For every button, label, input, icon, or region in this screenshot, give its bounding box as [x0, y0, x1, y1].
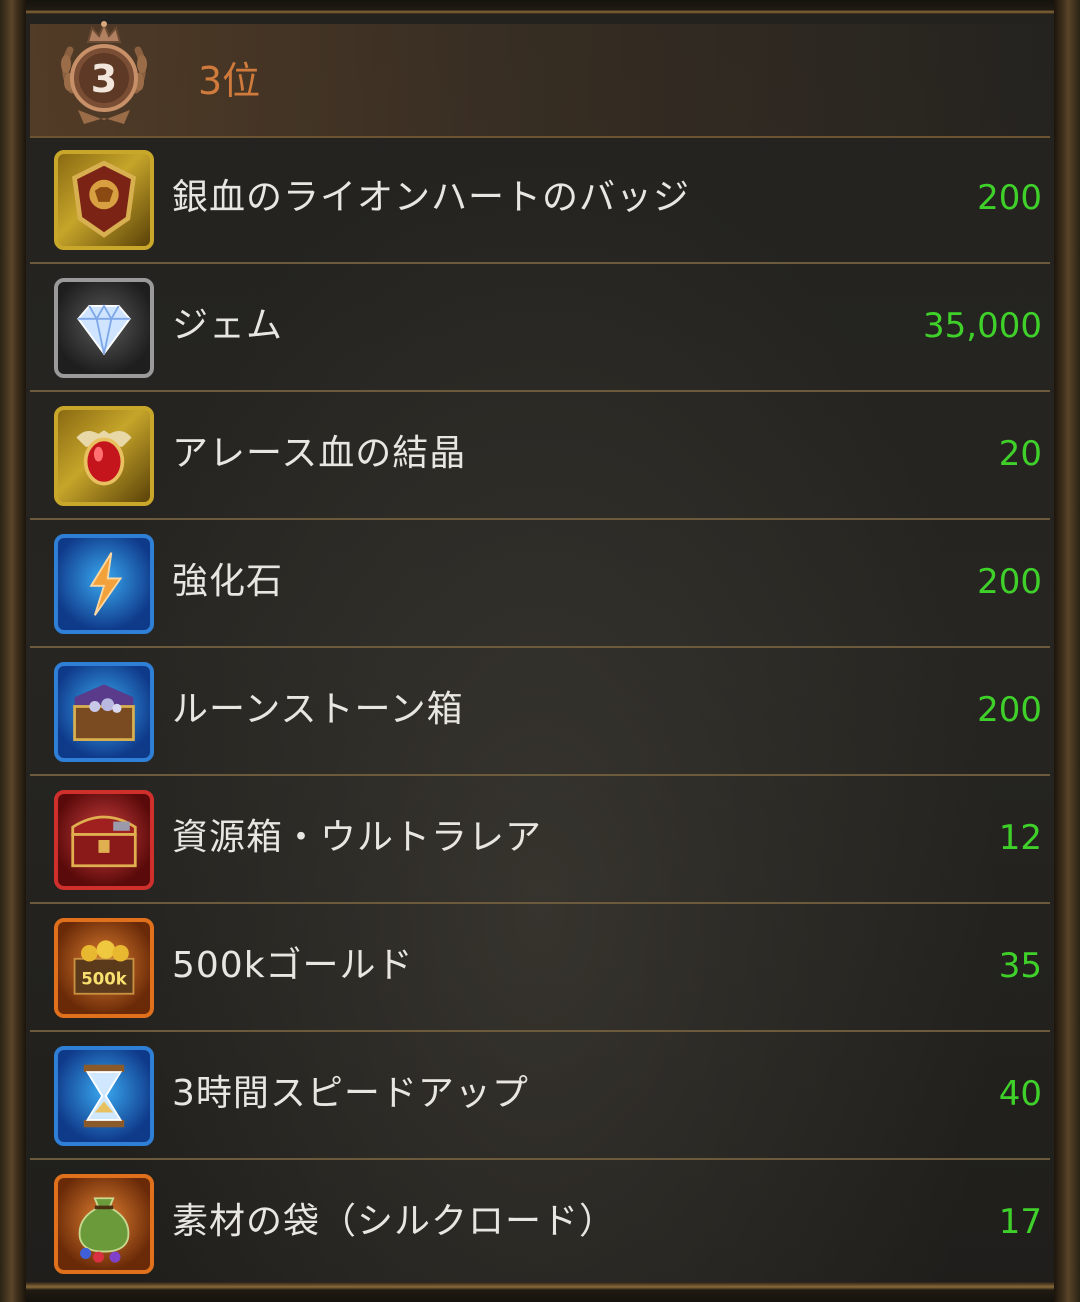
reward-quantity: 35 — [998, 946, 1042, 986]
rank-number: 3 — [91, 57, 117, 101]
gold-icon: 500k — [54, 918, 154, 1018]
reward-row: アレース血の結晶 20 — [30, 392, 1050, 520]
reward-name: 3時間スピードアップ — [172, 1073, 529, 1114]
panel-top-border — [26, 0, 1054, 14]
reward-quantity: 20 — [998, 434, 1042, 474]
reward-name: 資源箱・ウルトラレア — [172, 817, 543, 858]
rank-label: 3位 — [198, 59, 261, 103]
reward-row: ジェム 35,000 — [30, 264, 1050, 392]
reward-name: 500kゴールド — [172, 945, 414, 986]
reward-row: ルーンストーン箱 200 — [30, 648, 1050, 776]
gem-icon — [54, 278, 154, 378]
material-bag-icon — [54, 1174, 154, 1274]
bronze-rank-medal-icon: 3 — [52, 20, 156, 128]
reward-quantity: 200 — [977, 178, 1042, 218]
reward-name: 素材の袋（シルクロード） — [172, 1201, 617, 1242]
reward-row: 500k 500kゴールド 35 — [30, 904, 1050, 1032]
reward-name: ジェム — [172, 305, 284, 346]
reward-row: 資源箱・ウルトラレア 12 — [30, 776, 1050, 904]
hourglass-icon — [54, 1046, 154, 1146]
rank-header: 3 3位 — [30, 21, 1050, 138]
enhancement-stone-icon — [54, 534, 154, 634]
lion-badge-icon — [54, 150, 154, 250]
gold-amount-text: 500k — [81, 970, 128, 989]
reward-row: 3時間スピードアップ 40 — [30, 1032, 1050, 1160]
panel-right-border — [1054, 0, 1080, 1302]
reward-panel: 3 3位 銀血のライオンハートのバッジ 200 ジェム 35,000 アレース血… — [0, 0, 1080, 1302]
reward-name: 銀血のライオンハートのバッジ — [172, 177, 691, 218]
blood-crystal-icon — [54, 406, 154, 506]
runestone-chest-icon — [54, 662, 154, 762]
reward-name: ルーンストーン箱 — [172, 689, 464, 730]
reward-name: アレース血の結晶 — [172, 433, 467, 474]
reward-row: 強化石 200 — [30, 520, 1050, 648]
reward-quantity: 35,000 — [923, 306, 1042, 346]
resource-chest-icon — [54, 790, 154, 890]
reward-row: 銀血のライオンハートのバッジ 200 — [30, 136, 1050, 264]
reward-quantity: 200 — [977, 562, 1042, 602]
reward-row: 素材の袋（シルクロード） 17 — [30, 1160, 1050, 1288]
panel-left-border — [0, 0, 26, 1302]
reward-quantity: 17 — [998, 1202, 1042, 1242]
reward-quantity: 40 — [998, 1074, 1042, 1114]
reward-quantity: 12 — [998, 818, 1042, 858]
reward-quantity: 200 — [977, 690, 1042, 730]
reward-name: 強化石 — [172, 561, 284, 602]
